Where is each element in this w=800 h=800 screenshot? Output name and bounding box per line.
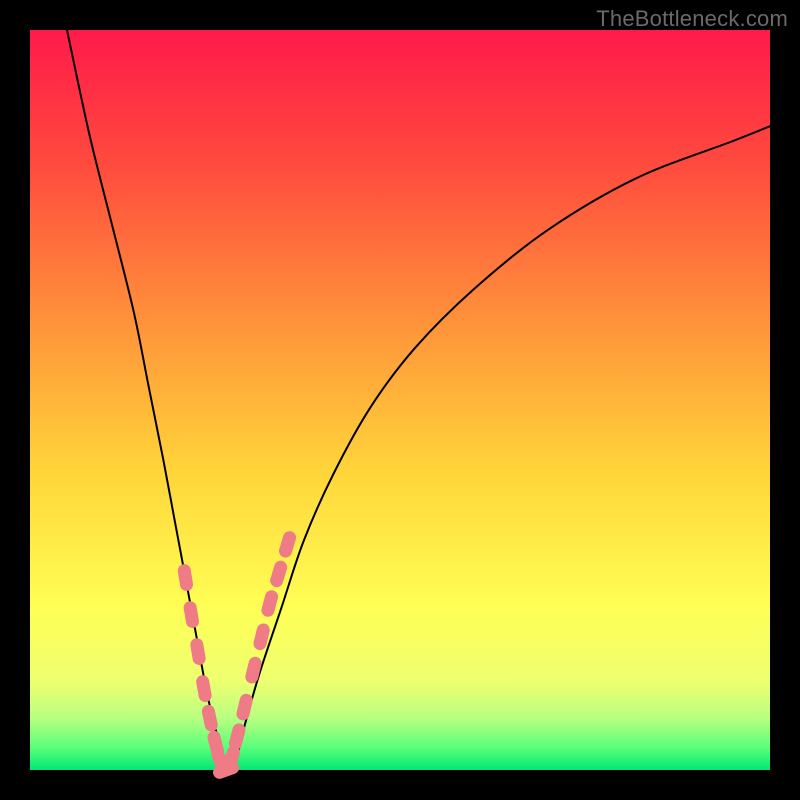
marker bbox=[236, 693, 254, 721]
marker bbox=[196, 675, 212, 703]
plot-area bbox=[30, 30, 770, 770]
chart-frame: TheBottleneck.com bbox=[0, 0, 800, 800]
curve-layer bbox=[30, 30, 770, 770]
marker bbox=[261, 589, 279, 617]
marker bbox=[201, 704, 218, 732]
marker bbox=[183, 601, 199, 629]
marker bbox=[278, 530, 297, 558]
bottleneck-curve bbox=[67, 30, 770, 770]
marker bbox=[269, 560, 288, 588]
highlighted-points bbox=[177, 530, 297, 780]
marker bbox=[190, 638, 206, 666]
marker bbox=[228, 723, 246, 751]
marker bbox=[245, 656, 263, 684]
watermark-text: TheBottleneck.com bbox=[596, 6, 788, 32]
marker bbox=[177, 564, 193, 592]
